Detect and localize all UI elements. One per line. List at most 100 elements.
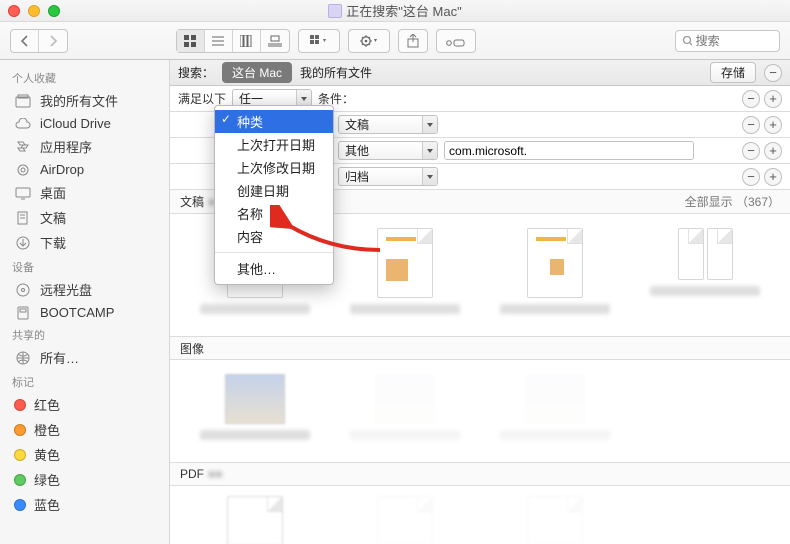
pdf-row: [170, 486, 790, 544]
section-count: （367）: [736, 195, 780, 209]
cloud-icon: [14, 117, 32, 131]
documents-icon: [14, 211, 32, 225]
scope-this-mac[interactable]: 这台 Mac: [222, 62, 292, 83]
show-all-link[interactable]: 全部显示: [685, 195, 733, 209]
criteria-text-input[interactable]: [444, 141, 694, 160]
sidebar-tag-yellow[interactable]: 黄色: [0, 442, 169, 467]
file-item[interactable]: [350, 496, 460, 544]
menu-item-last-opened[interactable]: 上次打开日期: [215, 133, 333, 156]
arrange-button-group: [298, 29, 340, 53]
toolbar: [0, 22, 790, 60]
document-icon: [678, 228, 704, 280]
search-field[interactable]: [675, 30, 781, 52]
file-item[interactable]: [500, 228, 610, 314]
file-item[interactable]: [200, 374, 310, 440]
list-view-button[interactable]: [205, 30, 233, 52]
sidebar-item-downloads[interactable]: 下载: [0, 230, 169, 255]
file-item[interactable]: [650, 228, 760, 314]
sidebar-item-all-my-files[interactable]: 我的所有文件: [0, 88, 169, 113]
section-header-pdf: PDF ■■: [170, 462, 790, 486]
yellow-tag-icon: [14, 449, 26, 461]
image-icon: [375, 374, 435, 424]
criteria-attribute-menu: 种类 上次打开日期 上次修改日期 创建日期 名称 内容 其他…: [214, 105, 334, 285]
section-header-images: 图像: [170, 336, 790, 360]
search-input[interactable]: [696, 34, 773, 48]
back-button[interactable]: [11, 30, 39, 52]
remove-row-button[interactable]: −: [742, 142, 760, 160]
row-controls: − +: [742, 90, 782, 108]
smart-folder-icon: [328, 4, 342, 18]
sidebar-header-shared: 共享的: [0, 323, 169, 345]
section-title: PDF: [180, 467, 204, 481]
icon-view-button[interactable]: [177, 30, 205, 52]
menu-item-kind[interactable]: 种类: [215, 110, 333, 133]
window-title-text: 正在搜索"这台 Mac": [346, 1, 461, 20]
add-row-button[interactable]: +: [764, 116, 782, 134]
arrange-button[interactable]: [299, 30, 339, 52]
coverflow-view-button[interactable]: [261, 30, 289, 52]
orange-tag-icon: [14, 424, 26, 436]
scope-label: 搜索：: [178, 64, 214, 81]
green-tag-icon: [14, 474, 26, 486]
remove-criteria-button[interactable]: −: [764, 64, 782, 82]
all-files-icon: [14, 94, 32, 108]
sidebar-item-bootcamp[interactable]: BOOTCAMP: [0, 302, 169, 323]
annotation-arrow: [270, 205, 390, 255]
save-search-button[interactable]: 存储: [710, 62, 756, 83]
sidebar-item-desktop[interactable]: 桌面: [0, 180, 169, 205]
menu-item-other[interactable]: 其他…: [215, 257, 333, 280]
menu-item-last-modified[interactable]: 上次修改日期: [215, 156, 333, 179]
nav-buttons: [10, 29, 68, 53]
sidebar-item-all-shared[interactable]: 所有…: [0, 345, 169, 370]
document-icon: [527, 228, 583, 298]
sidebar-tag-blue[interactable]: 蓝色: [0, 492, 169, 517]
search-icon: [682, 35, 692, 47]
sidebar-header-tags: 标记: [0, 370, 169, 392]
remove-row-button[interactable]: −: [742, 168, 760, 186]
action-menu-button[interactable]: [349, 30, 389, 52]
menu-item-created[interactable]: 创建日期: [215, 179, 333, 202]
apps-icon: [14, 140, 32, 154]
forward-button[interactable]: [39, 30, 67, 52]
airdrop-icon: [14, 163, 32, 177]
remove-row-button[interactable]: −: [742, 116, 760, 134]
column-view-button[interactable]: [233, 30, 261, 52]
file-item[interactable]: [500, 496, 610, 544]
file-item[interactable]: [350, 374, 460, 440]
sidebar-item-remote-disc[interactable]: 远程光盘: [0, 277, 169, 302]
add-row-button[interactable]: +: [764, 168, 782, 186]
sidebar-header-favorites: 个人收藏: [0, 66, 169, 88]
desktop-icon: [14, 186, 32, 200]
sidebar-tag-green[interactable]: 绿色: [0, 467, 169, 492]
sidebar-tag-red[interactable]: 红色: [0, 392, 169, 417]
pdf-icon: [377, 496, 433, 544]
search-scope-bar: 搜索： 这台 Mac 我的所有文件 存储 −: [170, 60, 790, 86]
section-title: 图像: [180, 340, 204, 357]
tags-button[interactable]: [436, 29, 476, 53]
document-icon: [707, 228, 733, 280]
scope-all-my-files[interactable]: 我的所有文件: [300, 64, 372, 81]
sidebar-item-applications[interactable]: 应用程序: [0, 134, 169, 159]
file-item[interactable]: [200, 496, 310, 544]
share-button[interactable]: [398, 29, 428, 53]
network-icon: [14, 351, 32, 365]
remove-row-button[interactable]: −: [742, 90, 760, 108]
sidebar-item-airdrop[interactable]: AirDrop: [0, 159, 169, 180]
remote-disc-icon: [14, 283, 32, 297]
view-mode-buttons: [176, 29, 290, 53]
value-dropdown-3[interactable]: 归档: [338, 167, 438, 186]
sidebar-tag-orange[interactable]: 橙色: [0, 417, 169, 442]
add-row-button[interactable]: +: [764, 90, 782, 108]
section-title: 文稿: [180, 193, 204, 210]
sidebar-item-documents[interactable]: 文稿: [0, 205, 169, 230]
sidebar: 个人收藏 我的所有文件 iCloud Drive 应用程序 AirDrop 桌面…: [0, 60, 170, 544]
value-dropdown-1[interactable]: 文稿: [338, 115, 438, 134]
sidebar-item-icloud[interactable]: iCloud Drive: [0, 113, 169, 134]
value-dropdown-2[interactable]: 其他: [338, 141, 438, 160]
pdf-icon: [227, 496, 283, 544]
file-item[interactable]: [500, 374, 610, 440]
disk-icon: [14, 306, 32, 320]
add-row-button[interactable]: +: [764, 142, 782, 160]
blue-tag-icon: [14, 499, 26, 511]
window-titlebar: 正在搜索"这台 Mac": [0, 0, 790, 22]
